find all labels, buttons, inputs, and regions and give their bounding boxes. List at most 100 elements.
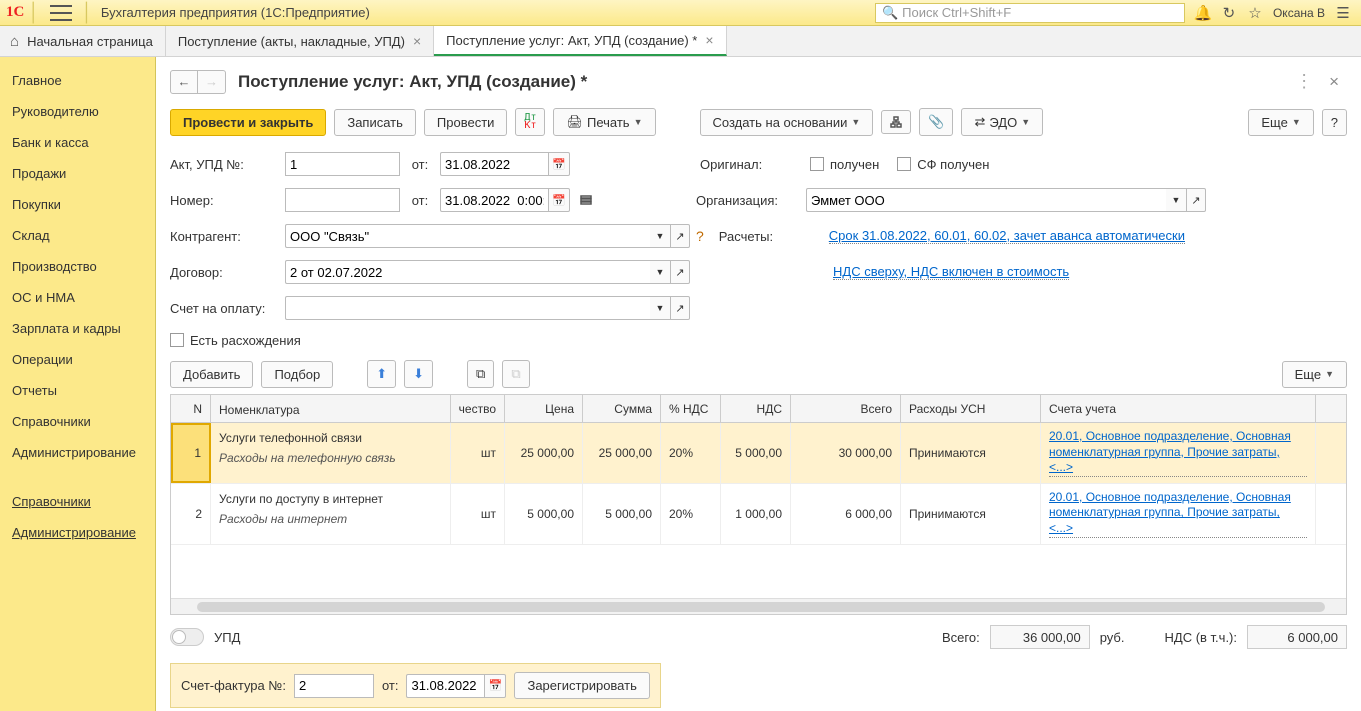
cell-accounts: 20.01, Основное подразделение, Основная …: [1041, 423, 1316, 483]
col-nomenclature[interactable]: Номенклатура: [211, 395, 451, 422]
pick-button[interactable]: Подбор: [261, 361, 333, 388]
tab-receipts-list[interactable]: Поступление (акты, накладные, УПД) ×: [166, 26, 434, 56]
sf-num-input[interactable]: [294, 674, 374, 698]
bell-icon[interactable]: 🔔: [1191, 2, 1215, 24]
help-button[interactable]: ?: [1322, 109, 1347, 136]
dropdown-icon[interactable]: ▼: [650, 296, 670, 320]
calendar-icon[interactable]: 📅: [548, 188, 570, 212]
open-ref-icon[interactable]: ↗: [1186, 188, 1206, 212]
dropdown-icon[interactable]: ▼: [650, 224, 670, 248]
exchange-icon: ⇄: [974, 114, 985, 130]
sidebar-item-warehouse[interactable]: Склад: [0, 220, 155, 251]
table-more-button[interactable]: Еще ▼: [1282, 361, 1347, 388]
cell-vat: 5 000,00: [721, 423, 791, 483]
calendar-icon[interactable]: 📅: [548, 152, 570, 176]
kebab-icon[interactable]: ⋮: [1287, 67, 1321, 96]
col-accounts[interactable]: Счета учета: [1041, 395, 1316, 422]
discrepancies-checkbox[interactable]: [170, 333, 184, 347]
dtkt-button[interactable]: ДтКт: [515, 108, 545, 136]
sidebar-item-hr[interactable]: Зарплата и кадры: [0, 313, 155, 344]
col-price[interactable]: Цена: [505, 395, 583, 422]
attach-button[interactable]: 📎: [919, 108, 953, 136]
add-button[interactable]: Добавить: [170, 361, 253, 388]
sidebar-item-assets[interactable]: ОС и НМА: [0, 282, 155, 313]
open-ref-icon[interactable]: ↗: [670, 260, 690, 284]
sidebar-item-operations[interactable]: Операции: [0, 344, 155, 375]
items-table: N Номенклатура чество Цена Сумма % НДС Н…: [170, 394, 1347, 615]
close-icon[interactable]: ×: [413, 33, 421, 49]
copy-button[interactable]: ⧉: [467, 360, 494, 388]
sidebar-item-catalogs[interactable]: Справочники: [0, 406, 155, 437]
num-date-input[interactable]: [440, 188, 548, 212]
post-and-close-button[interactable]: Провести и закрыть: [170, 109, 326, 136]
col-qty[interactable]: чество: [451, 395, 505, 422]
sidebar-item-purchases[interactable]: Покупки: [0, 189, 155, 220]
user-name[interactable]: Оксана В: [1273, 6, 1325, 20]
received-checkbox[interactable]: [810, 157, 824, 171]
history-icon[interactable]: ↻: [1217, 2, 1241, 24]
nds-link[interactable]: НДС сверху, НДС включен в стоимость: [833, 264, 1069, 280]
akt-no-input[interactable]: [285, 152, 400, 176]
star-icon[interactable]: ☆: [1243, 2, 1267, 24]
create-based-button[interactable]: Создать на основании ▼: [700, 109, 874, 136]
help-icon[interactable]: ?: [696, 228, 704, 244]
col-vat[interactable]: НДС: [721, 395, 791, 422]
move-down-button[interactable]: ⬇: [404, 360, 433, 388]
horizontal-scrollbar[interactable]: [171, 598, 1346, 614]
upd-toggle[interactable]: [170, 628, 204, 646]
ot-label: от:: [400, 193, 440, 208]
sidebar-item-production[interactable]: Производство: [0, 251, 155, 282]
more-button[interactable]: Еще ▼: [1248, 109, 1313, 136]
sidebar-sub-admin[interactable]: Администрирование: [0, 517, 155, 548]
col-usn[interactable]: Расходы УСН: [901, 395, 1041, 422]
settings-icon[interactable]: ☰: [1331, 2, 1355, 24]
register-button[interactable]: Зарегистрировать: [514, 672, 649, 699]
contract-input[interactable]: [285, 260, 650, 284]
akt-date-input[interactable]: [440, 152, 548, 176]
dropdown-icon[interactable]: ▼: [1166, 188, 1186, 212]
sidebar-item-admin[interactable]: Администрирование: [0, 437, 155, 468]
sidebar-item-bank[interactable]: Банк и касса: [0, 127, 155, 158]
global-search-input[interactable]: 🔍 Поиск Ctrl+Shift+F: [875, 3, 1185, 23]
open-ref-icon[interactable]: ↗: [670, 296, 690, 320]
tab-receipt-doc[interactable]: Поступление услуг: Акт, УПД (создание) *…: [434, 26, 726, 56]
contractor-input[interactable]: [285, 224, 650, 248]
discrepancies-label: Есть расхождения: [190, 333, 301, 348]
back-button[interactable]: ←: [170, 70, 198, 94]
org-input[interactable]: [806, 188, 1166, 212]
burger-menu-icon[interactable]: [50, 5, 72, 21]
num-input[interactable]: [285, 188, 400, 212]
table-row[interactable]: 1 Услуги телефонной связи Расходы на тел…: [171, 423, 1346, 484]
write-button[interactable]: Записать: [334, 109, 416, 136]
print-button[interactable]: 🖨 Печать ▼: [553, 108, 655, 136]
vat-value: 6 000,00: [1247, 625, 1347, 649]
structure-icon-button[interactable]: [881, 110, 911, 134]
close-page-icon[interactable]: ×: [1321, 68, 1347, 96]
calendar-icon[interactable]: 📅: [484, 674, 506, 698]
move-up-button[interactable]: ⬆: [367, 360, 396, 388]
sidebar-item-sales[interactable]: Продажи: [0, 158, 155, 189]
col-total[interactable]: Всего: [791, 395, 901, 422]
forward-button[interactable]: →: [198, 70, 226, 94]
dropdown-icon[interactable]: ▼: [650, 260, 670, 284]
calc-link[interactable]: Срок 31.08.2022, 60.01, 60.02, зачет ава…: [829, 228, 1185, 244]
col-vat-rate[interactable]: % НДС: [661, 395, 721, 422]
table-row[interactable]: 2 Услуги по доступу в интернет Расходы н…: [171, 484, 1346, 545]
post-button[interactable]: Провести: [424, 109, 508, 136]
tab-home[interactable]: ⌂ Начальная страница: [0, 26, 166, 56]
col-sum[interactable]: Сумма: [583, 395, 661, 422]
invoice-input[interactable]: [285, 296, 650, 320]
sf-date-input[interactable]: [406, 674, 484, 698]
col-n[interactable]: N: [171, 395, 211, 422]
sidebar-item-reports[interactable]: Отчеты: [0, 375, 155, 406]
sidebar-item-manager[interactable]: Руководителю: [0, 96, 155, 127]
edo-button[interactable]: ⇄ ЭДО ▼: [961, 108, 1043, 136]
cell-sum: 25 000,00: [583, 423, 661, 483]
sidebar-item-main[interactable]: Главное: [0, 65, 155, 96]
sf-received-checkbox[interactable]: [897, 157, 911, 171]
paste-button[interactable]: ⧉: [502, 360, 529, 388]
list-icon[interactable]: [580, 194, 592, 206]
close-icon[interactable]: ×: [705, 32, 713, 48]
sidebar-sub-catalogs[interactable]: Справочники: [0, 486, 155, 517]
open-ref-icon[interactable]: ↗: [670, 224, 690, 248]
